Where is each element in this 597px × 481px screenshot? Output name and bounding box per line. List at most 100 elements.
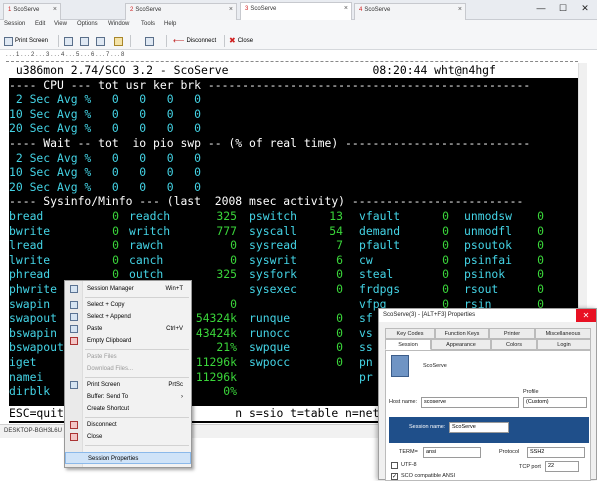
profile-select[interactable]: (Custom) <box>523 397 587 408</box>
menu-view[interactable]: View <box>54 21 67 27</box>
sysinfo-value: 0 <box>537 223 544 238</box>
tab-close-icon[interactable]: × <box>53 6 57 13</box>
sysinfo-value: 7 <box>336 238 343 253</box>
tab-close-icon[interactable]: × <box>458 6 462 13</box>
sysinfo-value: 0 <box>230 238 237 253</box>
menu-separator <box>85 377 189 378</box>
menu-edit[interactable]: Edit <box>35 21 45 27</box>
menu-item-select-copy[interactable]: Select + Copy <box>65 299 191 311</box>
menu-item-select-append[interactable]: Select + Append <box>65 311 191 323</box>
sysinfo-value: 0 <box>537 282 544 296</box>
tab-session[interactable]: Session <box>385 339 431 350</box>
menu-separator <box>85 445 189 446</box>
dialog-title: ScoServe(3) - [ALT+F3] Properties <box>379 309 596 322</box>
close-button[interactable]: ✖ Close <box>229 35 253 47</box>
toolbar-separator <box>58 35 59 47</box>
print-screen-button[interactable]: Print Screen <box>4 35 48 47</box>
tab-label: ScoServe <box>13 7 40 13</box>
paste-icon <box>70 325 78 333</box>
sysinfo-value: 325 <box>216 209 237 223</box>
menu-session[interactable]: Session <box>4 21 25 27</box>
cpu-row-20sec: 20 Sec Avg % 0 0 0 0 <box>9 121 202 136</box>
printer-icon <box>4 36 13 46</box>
disconnect-icon: ⟵ <box>173 36 185 45</box>
sco-ansi-label: SCO compatible ANSI <box>401 473 456 479</box>
menu-item-session-manager[interactable]: Session Manager Win+T <box>65 283 191 295</box>
term-select[interactable]: ansi <box>423 447 481 458</box>
sysinfo-header: ---- Sysinfo/Minfo --- (last 2008 msec a… <box>9 194 524 209</box>
tab-label: ScoServe <box>364 7 391 13</box>
sysinfo-value: 0 <box>112 252 119 267</box>
tab-printer[interactable]: Printer <box>489 328 535 339</box>
maximize-button[interactable]: ☐ <box>552 0 574 16</box>
tab-1[interactable]: 1 ScoServe × <box>3 3 61 20</box>
tab-close-icon[interactable]: × <box>229 6 233 13</box>
sysinfo-value: 0 <box>230 252 237 267</box>
session-name-input[interactable]: ScoServe <box>449 422 509 433</box>
broom-icon <box>114 36 123 46</box>
transfer-icon <box>145 36 154 46</box>
tab-function-keys[interactable]: Function Keys <box>435 328 489 339</box>
menu-help[interactable]: Help <box>164 21 176 27</box>
menu-item-close[interactable]: Close <box>65 431 191 443</box>
menu-item-print-screen[interactable]: Print Screen PrtSc <box>65 379 191 391</box>
menu-options[interactable]: Options <box>77 21 98 27</box>
menu-window[interactable]: Window <box>108 21 129 27</box>
minimize-button[interactable]: — <box>530 0 552 16</box>
printer-icon <box>70 381 78 389</box>
sysinfo-value: 0 <box>336 325 343 340</box>
close-window-button[interactable]: ✕ <box>574 0 596 16</box>
menu-item-label: Close <box>87 434 103 440</box>
open-session-button[interactable] <box>80 35 89 47</box>
toolbar: Print Screen ⟵ Disconnect ✖ Close <box>0 32 597 50</box>
protocol-label: Protocol <box>499 449 520 455</box>
menu-item-empty-clipboard[interactable]: Empty Clipboard <box>65 335 191 347</box>
new-session-button[interactable] <box>64 35 73 47</box>
wait-row-2sec: 2 Sec Avg % 0 0 0 0 <box>9 150 202 165</box>
menu-item-buffer-send-to[interactable]: Buffer: Send To › <box>65 391 191 403</box>
sco-ansi-checkbox[interactable]: ✓ <box>391 473 398 480</box>
menu-item-label: Empty Clipboard <box>87 338 132 344</box>
menu-separator <box>85 417 189 418</box>
tab-close-icon[interactable]: × <box>344 5 348 12</box>
close-icon <box>70 433 78 441</box>
dialog-close-button[interactable]: ✕ <box>576 309 596 322</box>
menu-item-shortcut: Win+T <box>165 286 183 292</box>
menu-item-label: Download Files... <box>87 366 134 372</box>
tab-2[interactable]: 2 ScoServe × <box>125 3 237 20</box>
protocol-select[interactable]: SSH2 <box>527 447 585 458</box>
save-session-button[interactable] <box>96 35 105 47</box>
sysinfo-value <box>283 370 343 385</box>
tab-colors[interactable]: Colors <box>491 339 537 350</box>
menu-item-shortcut: Ctrl+V <box>166 326 183 332</box>
menu-item-paste[interactable]: Paste Ctrl+V <box>65 323 191 335</box>
menu-item-label: Select + Copy <box>87 302 125 308</box>
tcp-port-input[interactable]: 22 <box>545 461 579 472</box>
sysinfo-value: 0 <box>112 238 119 253</box>
cpu-row-10sec: 10 Sec Avg % 0 0 0 0 <box>9 106 202 121</box>
sysinfo-value: 0 <box>537 238 544 253</box>
transfer-button[interactable] <box>145 35 154 47</box>
tcp-port-label: TCP port <box>519 464 541 470</box>
column-ruler: . . . 1 . . . 2 . . . 3 . . . 4 . . . 5 … <box>6 52 578 62</box>
tab-3[interactable]: 3 ScoServe × <box>240 2 352 20</box>
menu-item-session-properties[interactable]: Session Properties <box>65 452 191 464</box>
tab-4[interactable]: 4 ScoServe × <box>354 3 466 20</box>
menu-item-label: Create Shortcut <box>87 406 130 412</box>
tab-key-codes[interactable]: Key Codes <box>385 328 435 339</box>
sysinfo-value: 0 <box>442 209 449 223</box>
menu-item-create-shortcut[interactable]: Create Shortcut <box>65 403 191 415</box>
host-name-input[interactable]: scoserve <box>421 397 519 408</box>
sysinfo-value: 0 <box>336 311 343 326</box>
tab-appearance[interactable]: Appearance <box>431 339 491 350</box>
menu-item-disconnect[interactable]: Disconnect <box>65 419 191 431</box>
menu-bar: Session Edit View Options Window Tools H… <box>0 20 597 32</box>
menu-separator <box>85 349 189 350</box>
utf8-checkbox[interactable] <box>391 462 398 469</box>
disconnect-button[interactable]: ⟵ Disconnect <box>173 35 216 47</box>
tab-login[interactable]: Login <box>537 339 591 350</box>
tab-miscellaneous[interactable]: Miscellaneous <box>535 328 591 339</box>
menu-item-label: Paste <box>87 326 103 332</box>
clear-button[interactable] <box>114 35 123 47</box>
menu-tools[interactable]: Tools <box>141 21 155 27</box>
